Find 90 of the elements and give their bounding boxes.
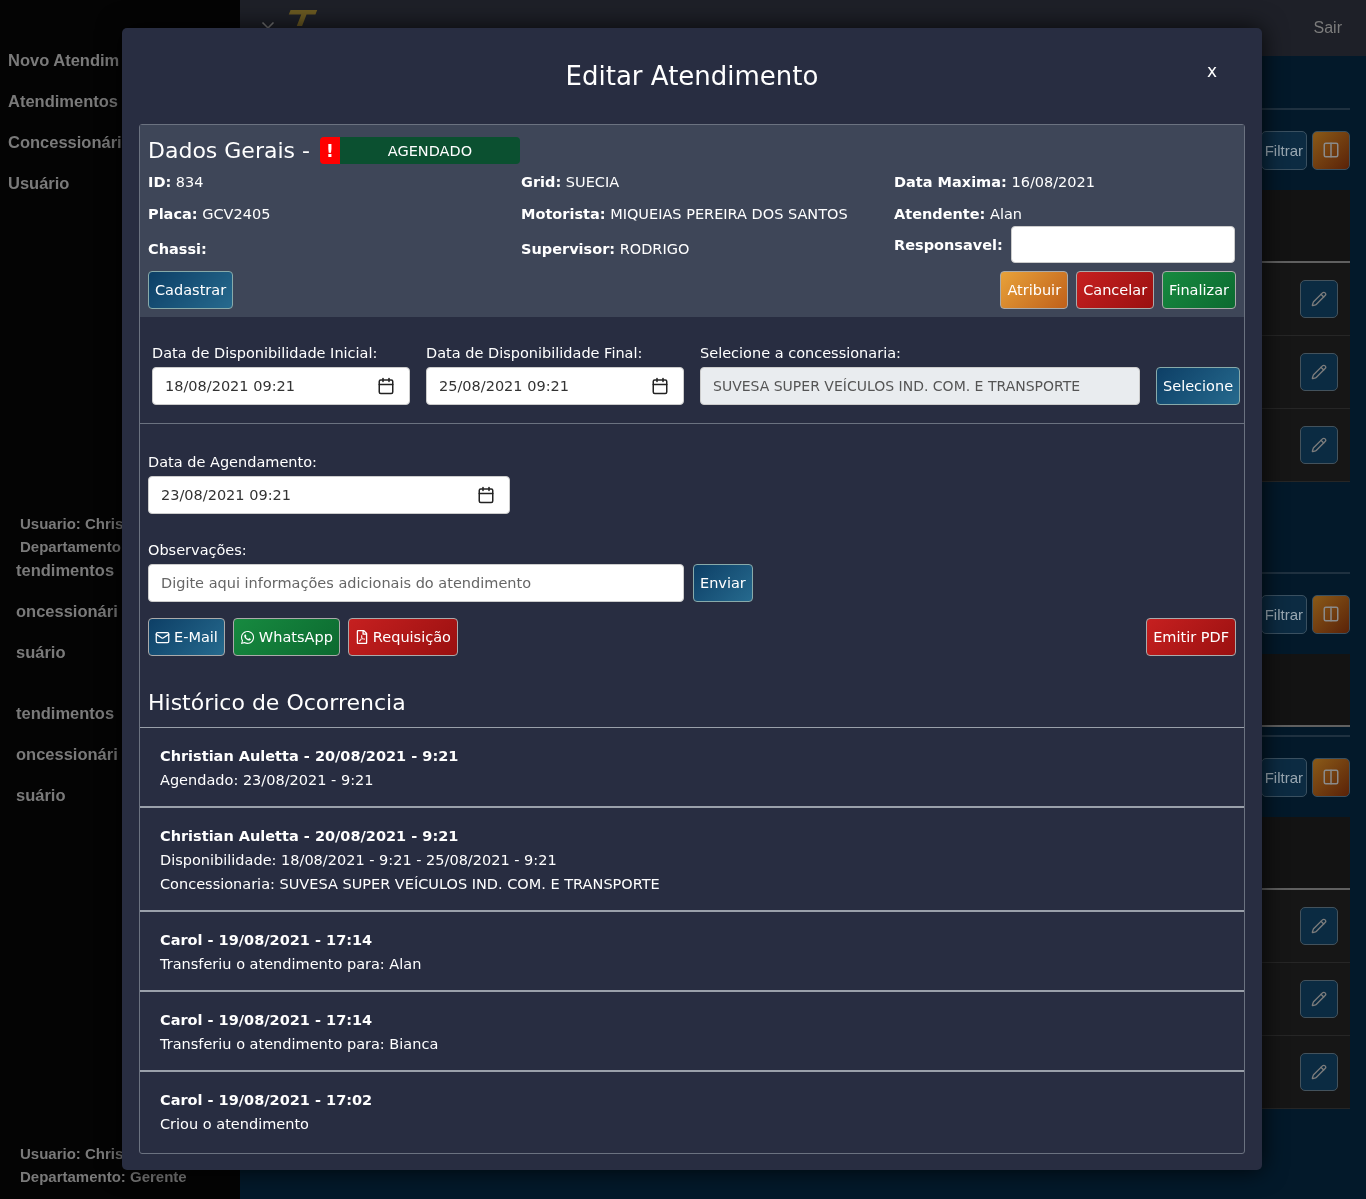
info-field: Motorista: MIQUEIAS PEREIRA DOS SANTOS	[521, 202, 894, 226]
columns-icon	[1322, 768, 1340, 786]
filter-button[interactable]: Filtrar	[1260, 757, 1307, 797]
entry-text: Criou o atendimento	[160, 1115, 310, 1134]
sidebar-item[interactable]: Novo Atendim	[0, 48, 120, 89]
alert-badge: !	[319, 137, 340, 164]
mail-icon	[155, 629, 170, 645]
logo	[288, 10, 318, 26]
entry-header: Christian Auletta - 20/08/2021 - 9:21	[160, 747, 460, 766]
pdf-icon	[354, 630, 369, 644]
sidebar-item[interactable]: oncessionári	[0, 599, 118, 640]
sidebar-item[interactable]: suário	[0, 783, 66, 824]
field-label: Data de Agendamento:	[148, 453, 318, 472]
user-info: Departamento	[19, 537, 121, 557]
user-info: Usuario: Chris	[19, 514, 124, 534]
sidebar-item[interactable]: oncessionári	[0, 742, 118, 783]
modal-title: Editar Atendimento	[565, 61, 819, 91]
pdf-button[interactable]: Emitir PDF	[1146, 618, 1236, 656]
responsible-field[interactable]	[1010, 226, 1235, 263]
columns-button[interactable]	[1312, 757, 1350, 797]
select-button[interactable]: Selecione	[1156, 367, 1241, 405]
entry-text: Transferiu o atendimento para: Alan	[160, 955, 423, 974]
pencil-icon	[1311, 437, 1327, 453]
user-info: Departamento: Gerente	[19, 1167, 187, 1187]
pencil-icon	[1311, 991, 1327, 1007]
pencil-icon	[1311, 364, 1327, 380]
sidebar-item[interactable]: Concessionári	[0, 130, 122, 171]
field-label: Data de Disponibilidade Final:	[426, 344, 644, 363]
filter-button[interactable]: Filtrar	[1260, 130, 1307, 170]
columns-button[interactable]	[1312, 130, 1350, 170]
pencil-icon	[1311, 291, 1327, 307]
entry-header: Carol - 19/08/2021 - 17:14	[160, 931, 374, 950]
status-badge: AGENDADO	[339, 137, 520, 164]
dealer-field[interactable]: SUVESA SUPER VEÍCULOS IND. COM. E TRANSPORTE	[700, 367, 1140, 405]
field-label: Observações:	[148, 541, 248, 560]
info-field: Supervisor: RODRIGO	[521, 236, 894, 261]
pencil-icon	[1311, 1064, 1327, 1080]
register-button[interactable]: Cadastrar	[148, 271, 234, 309]
sidebar-item[interactable]: tendimentos	[0, 558, 115, 599]
sidebar-item[interactable]: suário	[0, 640, 66, 681]
entry-text: Disponibilidade: 18/08/2021 - 9:21 - 25/08/2021 - 9:21	[160, 851, 558, 870]
close-button[interactable]: x	[1200, 60, 1223, 82]
info-field: Placa: GCV2405	[148, 202, 521, 226]
action-button[interactable]: Finalizar	[1162, 271, 1236, 309]
pencil-icon	[1311, 918, 1327, 934]
filter-button[interactable]: Filtrar	[1260, 594, 1307, 634]
entry-header: Carol - 19/08/2021 - 17:14	[160, 1011, 374, 1030]
field-label: Selecione a concessionaria:	[700, 344, 902, 363]
send-button[interactable]: Enviar	[693, 564, 753, 602]
sidebar-item[interactable]: tendimentos	[0, 701, 115, 742]
date-field[interactable]: 18/08/2021 09:21	[152, 367, 410, 405]
notes-field[interactable]: Digite aqui informações adicionais do atendimento	[148, 564, 684, 602]
edit-button[interactable]	[1300, 426, 1338, 464]
field-label: Data de Disponibilidade Inicial:	[152, 344, 379, 363]
entry-header: Christian Auletta - 20/08/2021 - 9:21	[160, 827, 460, 846]
edit-button[interactable]	[1300, 980, 1338, 1018]
columns-icon	[1322, 141, 1340, 159]
columns-button[interactable]	[1312, 594, 1350, 634]
entry-text: Concessionaria: SUVESA SUPER VEÍCULOS IND. COM. E TRANSPORTE	[160, 875, 661, 894]
history-title: Histórico de Ocorrencia	[140, 656, 1244, 728]
calendar-icon	[477, 486, 495, 504]
field-label: Responsavel:	[894, 235, 1003, 255]
share-button[interactable]: E-Mail	[148, 618, 225, 656]
columns-icon	[1322, 605, 1340, 623]
share-button[interactable]: WhatsApp	[232, 618, 340, 656]
info-field: Grid: SUECIA	[521, 170, 894, 194]
calendar-icon	[377, 377, 395, 395]
sidebar-item[interactable]: Atendimentos	[0, 89, 118, 130]
logout-link[interactable]: Sair	[1313, 19, 1342, 37]
date-field[interactable]: 23/08/2021 09:21	[148, 476, 510, 514]
section-heading: Dados Gerais -	[148, 138, 310, 163]
action-button[interactable]: Cancelar	[1076, 271, 1155, 309]
entry-text: Transferiu o atendimento para: Bianca	[160, 1035, 440, 1054]
whatsapp-icon	[239, 629, 255, 645]
info-field: Chassi:	[148, 236, 521, 261]
calendar-icon	[651, 377, 669, 395]
edit-button[interactable]	[1300, 1053, 1338, 1091]
info-field: Atendente: Alan	[894, 202, 1236, 226]
edit-button[interactable]	[1300, 280, 1338, 318]
share-button[interactable]: Requisição	[347, 618, 458, 656]
date-field[interactable]: 25/08/2021 09:21	[426, 367, 684, 405]
info-field: ID: 834	[148, 170, 521, 194]
entry-header: Carol - 19/08/2021 - 17:02	[160, 1091, 374, 1110]
edit-button[interactable]	[1300, 907, 1338, 945]
edit-button[interactable]	[1300, 353, 1338, 391]
user-info: Usuario: Chris	[19, 1144, 124, 1164]
action-button[interactable]: Atribuir	[1000, 271, 1069, 309]
entry-text: Agendado: 23/08/2021 - 9:21	[160, 771, 375, 790]
info-field: Data Maxima: 16/08/2021	[894, 170, 1236, 194]
sidebar-item[interactable]: Usuário	[0, 171, 70, 212]
